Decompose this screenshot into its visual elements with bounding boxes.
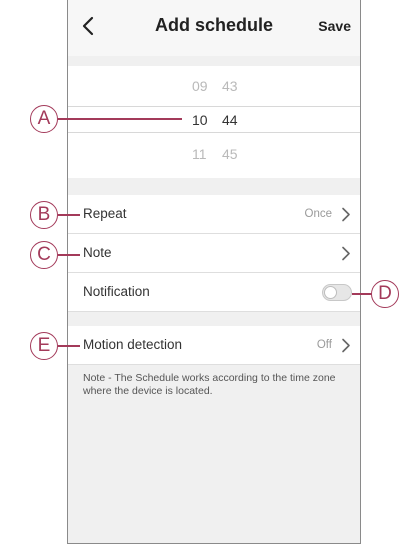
callout-c-leader <box>58 254 80 256</box>
hour-value: 09 <box>192 78 208 94</box>
callout-a-leader <box>58 118 182 120</box>
selection-top-line <box>68 106 360 107</box>
phone-screen: Add schedule Save 09 43 10 44 11 45 Repe… <box>67 0 361 544</box>
callout-c: C <box>30 241 58 269</box>
minute-value: 44 <box>222 112 238 128</box>
time-picker-row[interactable]: 09 43 <box>68 74 360 98</box>
motion-detection-row[interactable]: Motion detection Off <box>68 326 360 365</box>
repeat-label: Repeat <box>83 206 127 221</box>
notification-label: Notification <box>83 284 150 299</box>
time-picker[interactable]: 09 43 10 44 11 45 <box>68 66 360 178</box>
minute-value: 43 <box>222 78 238 94</box>
time-picker-selected-row[interactable]: 10 44 <box>68 108 360 132</box>
callout-e: E <box>30 332 58 360</box>
note-row[interactable]: Note <box>68 234 360 273</box>
callout-d: D <box>371 280 399 308</box>
motion-detection-value: Off <box>316 339 332 351</box>
chevron-right-icon <box>342 246 350 261</box>
toggle-knob <box>324 286 337 299</box>
chevron-right-icon <box>342 207 350 222</box>
selection-bottom-line <box>68 132 360 133</box>
page-title: Add schedule <box>154 15 274 35</box>
callout-b: B <box>30 201 58 229</box>
timezone-note: Note - The Schedule works according to t… <box>83 372 336 397</box>
repeat-row[interactable]: Repeat Once <box>68 195 360 234</box>
time-picker-row[interactable]: 11 45 <box>68 142 360 166</box>
callout-a: A <box>30 105 58 133</box>
notification-row: Notification <box>68 273 360 312</box>
hour-value: 11 <box>192 146 207 162</box>
header: Add schedule Save <box>68 0 360 56</box>
hour-value: 10 <box>192 112 208 128</box>
notification-toggle[interactable] <box>322 284 352 301</box>
note-label: Note <box>83 245 112 260</box>
callout-e-leader <box>58 345 80 347</box>
save-button[interactable]: Save <box>318 18 351 34</box>
callout-b-leader <box>58 214 80 216</box>
motion-detection-label: Motion detection <box>83 337 183 352</box>
chevron-right-icon <box>342 338 350 353</box>
repeat-value: Once <box>304 208 333 220</box>
minute-value: 45 <box>222 146 238 162</box>
